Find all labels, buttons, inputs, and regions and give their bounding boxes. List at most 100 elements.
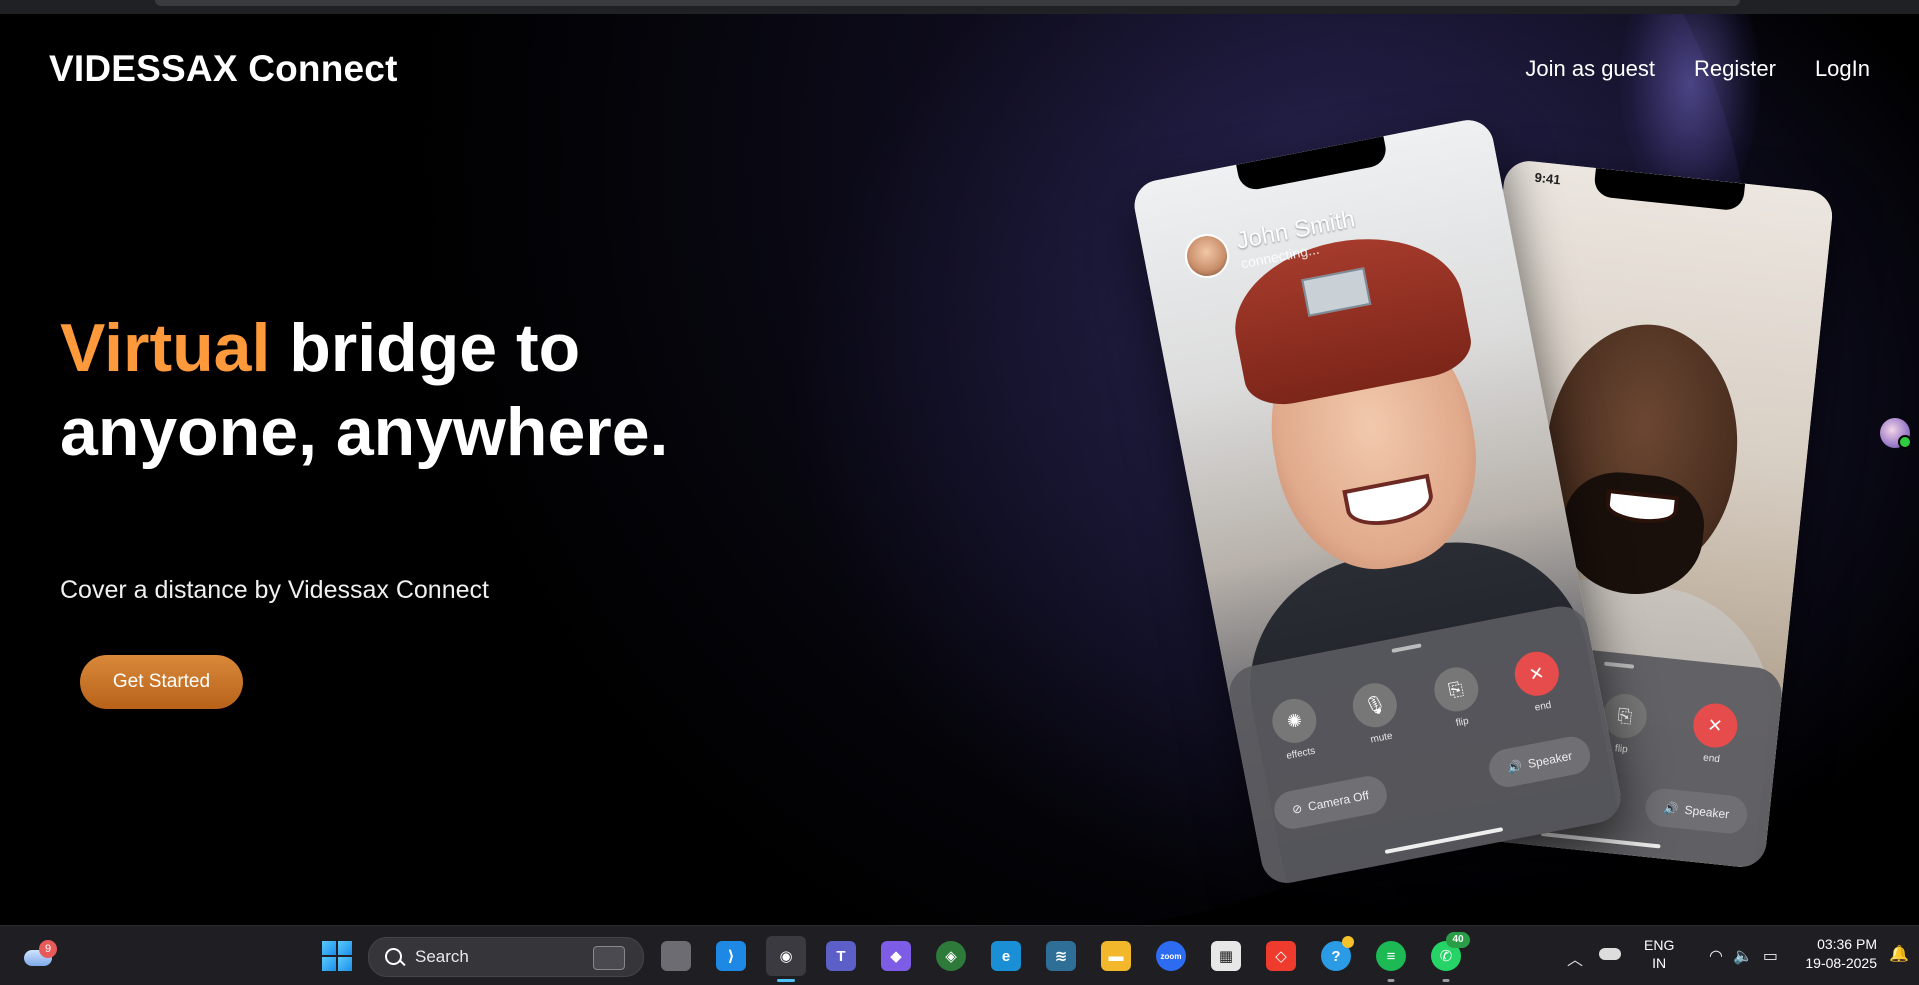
brand-logo[interactable]: VIDESSAX Connect xyxy=(49,48,398,90)
clock-date: 19-08-2025 xyxy=(1805,955,1877,971)
hero-title-accent: Virtual xyxy=(60,310,271,386)
taskbar-app-anydesk[interactable]: ◇ xyxy=(1261,936,1301,976)
task-view-icon xyxy=(661,941,691,971)
hero-title: Virtual bridge to anyone, anywhere. xyxy=(60,306,700,474)
chevron-up-icon[interactable]: ︿ xyxy=(1567,946,1583,970)
taskbar-app-edge[interactable]: e xyxy=(986,936,1026,976)
notification-bell-icon[interactable]: 🔔 xyxy=(1889,944,1909,964)
control-label: end xyxy=(1702,752,1721,766)
mysql-workbench-icon: ≋ xyxy=(1046,941,1076,971)
pill-label: Camera Off xyxy=(1306,788,1371,814)
panel-grabber xyxy=(1390,643,1422,654)
nav-join-as-guest[interactable]: Join as guest xyxy=(1525,56,1655,82)
pill-label: Speaker xyxy=(1526,748,1574,771)
file-explorer-icon: ▬ xyxy=(1101,941,1131,971)
home-indicator xyxy=(1540,831,1661,849)
online-status-dot xyxy=(1898,435,1912,449)
taskbar-app-spotify[interactable]: ≡ xyxy=(1371,936,1411,982)
control-label: flip xyxy=(1454,715,1470,729)
mongodb-icon: ◈ xyxy=(936,941,966,971)
search-highlight-icon xyxy=(593,946,625,970)
speaker-pill[interactable]: 🔊 Speaker xyxy=(1486,733,1594,791)
language-indicator[interactable]: ENG IN xyxy=(1644,936,1674,972)
taskbar-app-help[interactable]: ? xyxy=(1316,936,1356,976)
region-code: IN xyxy=(1652,955,1667,971)
taskbar-app-teams[interactable]: T xyxy=(821,936,861,976)
windows-start-icon[interactable] xyxy=(322,941,352,971)
taskbar-search[interactable]: Search xyxy=(368,937,644,977)
running-indicator xyxy=(777,979,795,982)
anydesk-icon: ◇ xyxy=(1266,941,1296,971)
teams-icon: T xyxy=(826,941,856,971)
system-icons[interactable]: ◠ 🔈 ▭ xyxy=(1709,946,1778,966)
home-indicator xyxy=(1384,827,1503,855)
taskbar-app-zoom[interactable]: zoom xyxy=(1151,936,1191,976)
running-indicator xyxy=(1387,979,1395,982)
profile-avatar[interactable] xyxy=(1880,418,1912,449)
search-icon xyxy=(385,948,402,965)
control-label: effects xyxy=(1285,745,1317,762)
taskbar-app-chrome[interactable]: ◉ xyxy=(766,936,806,982)
onedrive-cloud-icon[interactable] xyxy=(1599,948,1621,960)
end-call-control[interactable]: ✕ end xyxy=(1689,701,1740,766)
taskbar-app-whatsapp[interactable]: ✆ 40 xyxy=(1426,932,1470,982)
browser-tab-strip[interactable] xyxy=(155,0,1740,6)
control-label: flip xyxy=(1614,743,1629,756)
taskbar-app-microsoft-store[interactable]: ▦ xyxy=(1206,936,1246,976)
edge-icon: e xyxy=(991,941,1021,971)
taskbar-apps: ⟩ ◉ T ◆ ◈ e ≋ ▬ zoom ▦ ◇? ≡ ✆ 40 xyxy=(656,932,1470,982)
get-started-button[interactable]: Get Started xyxy=(80,655,243,709)
end-call-control[interactable]: ✕ end xyxy=(1510,647,1566,716)
whatsapp-unread-badge: 40 xyxy=(1446,932,1470,948)
clock-time: 03:36 PM xyxy=(1817,936,1877,952)
caller-avatar xyxy=(1181,230,1233,282)
system-tray: ︿ ENG IN ◠ 🔈 ▭ 03:36 PM 19-08-2025 🔔 xyxy=(1549,926,1919,985)
taskbar-app-mongodb[interactable]: ◈ xyxy=(931,936,971,976)
chrome-icon: ◉ xyxy=(771,941,801,971)
weather-badge: 9 xyxy=(39,940,57,958)
taskbar-app-task-view[interactable] xyxy=(656,936,696,976)
hero-subtitle: Cover a distance by Videssax Connect xyxy=(60,576,489,604)
pill-label: Speaker xyxy=(1683,802,1730,822)
camera-off-pill[interactable]: ⊘ Camera Off xyxy=(1270,772,1391,833)
status-time: 9:41 xyxy=(1533,169,1562,188)
speaker-pill[interactable]: 🔊 Speaker xyxy=(1643,786,1749,836)
taskbar-app-mysql-workbench[interactable]: ≋ xyxy=(1041,936,1081,976)
wifi-icon: ◠ xyxy=(1709,948,1723,965)
top-nav: Join as guest Register LogIn xyxy=(1525,56,1870,82)
volume-icon: 🔈 xyxy=(1732,948,1753,965)
taskbar-app-copilot[interactable]: ◆ xyxy=(876,936,916,976)
camera-off-icon: ⊘ xyxy=(1290,801,1304,817)
notification-dot xyxy=(1342,936,1354,948)
nav-register[interactable]: Register xyxy=(1694,56,1776,82)
taskbar-app-vscode[interactable]: ⟩ xyxy=(711,936,751,976)
battery-icon: ▭ xyxy=(1762,948,1779,965)
control-label: end xyxy=(1533,699,1553,714)
close-icon: ✕ xyxy=(1510,647,1563,700)
lang-code: ENG xyxy=(1644,937,1675,953)
mute-control[interactable]: 🎙mute xyxy=(1349,679,1404,747)
running-indicator xyxy=(1442,979,1450,982)
weather-widget[interactable]: 9 xyxy=(22,940,57,970)
close-icon: ✕ xyxy=(1690,701,1740,750)
mic-off-icon: 🎙 xyxy=(1349,679,1401,731)
flip-control[interactable]: ⎘ flip xyxy=(1430,663,1485,732)
panel-grabber xyxy=(1603,661,1635,669)
taskbar-app-file-explorer[interactable]: ▬ xyxy=(1096,936,1136,976)
spotify-icon: ≡ xyxy=(1376,941,1406,971)
landing-page: VIDESSAX Connect Join as guest Register … xyxy=(0,14,1919,925)
windows-taskbar: 9 Search ⟩ ◉ T ◆ ◈ e ≋ ▬ zoom ▦ ◇? ≡ ✆ 40 ︿ ENG IN ◠ 🔈 ▭… xyxy=(0,925,1919,985)
effects-icon: ✺ xyxy=(1268,695,1321,747)
nav-login[interactable]: LogIn xyxy=(1815,56,1870,82)
browser-chrome-strip xyxy=(0,0,1919,14)
microsoft-store-icon: ▦ xyxy=(1211,941,1241,971)
camera-flip-icon: ⎘ xyxy=(1430,663,1482,716)
taskbar-clock[interactable]: 03:36 PM 19-08-2025 xyxy=(1787,935,1877,973)
control-label: mute xyxy=(1369,730,1394,746)
speaker-icon: 🔊 xyxy=(1663,800,1680,817)
vscode-icon: ⟩ xyxy=(716,941,746,971)
copilot-icon: ◆ xyxy=(881,941,911,971)
speaker-icon: 🔊 xyxy=(1506,758,1524,775)
effects-control[interactable]: ✺ effects xyxy=(1268,695,1324,763)
search-placeholder: Search xyxy=(415,947,469,966)
